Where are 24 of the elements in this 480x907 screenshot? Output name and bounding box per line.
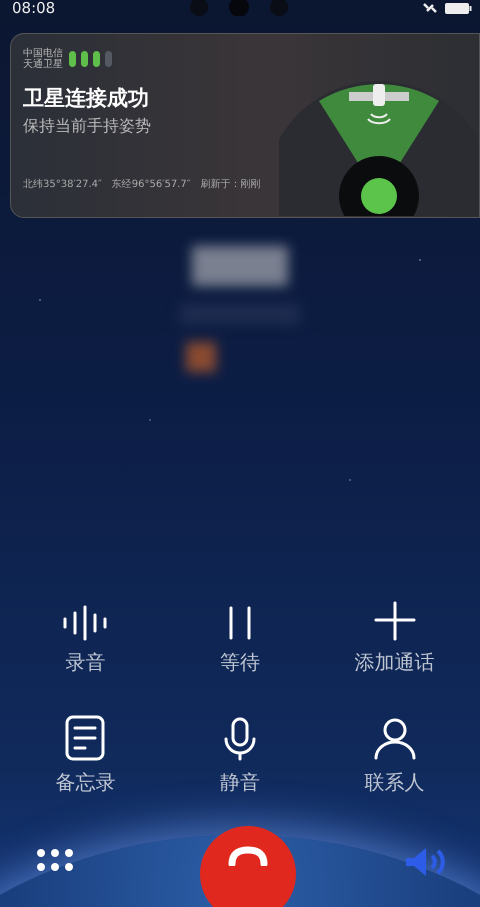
person-icon [372, 717, 417, 761]
refresh-text: 刷新于：刚刚 [200, 178, 260, 191]
signal-bars-icon [69, 50, 113, 68]
mute-button[interactable]: 静音 [162, 704, 318, 796]
phone-icon [228, 846, 268, 866]
dialpad-icon [36, 848, 74, 872]
card-subtitle: 保持当前手持姿势 [23, 116, 152, 137]
longitude-text: 东经96°56′57.7″ [112, 178, 190, 191]
note-icon [65, 715, 106, 761]
status-time: 08:08 [12, 0, 56, 17]
card-title: 卫星连接成功 [23, 85, 150, 112]
carrier-name: 中国电信 [23, 48, 63, 59]
microphone-icon [222, 717, 257, 761]
carrier-name: 天通卫星 [23, 59, 63, 70]
add-button[interactable]: 添加通话 [317, 584, 472, 676]
sound-wave-icon [62, 605, 108, 641]
contacts-button[interactable]: 联系人 [317, 704, 472, 796]
memo-button[interactable]: 备忘录 [8, 704, 163, 796]
plus-icon [374, 601, 416, 641]
record-button[interactable]: 录音 [8, 584, 163, 676]
pause-icon [226, 605, 253, 641]
hold-button[interactable]: 等待 [162, 584, 318, 676]
latitude-text: 北纬35°38′27.4″ [23, 178, 102, 191]
battery-icon [444, 2, 472, 14]
